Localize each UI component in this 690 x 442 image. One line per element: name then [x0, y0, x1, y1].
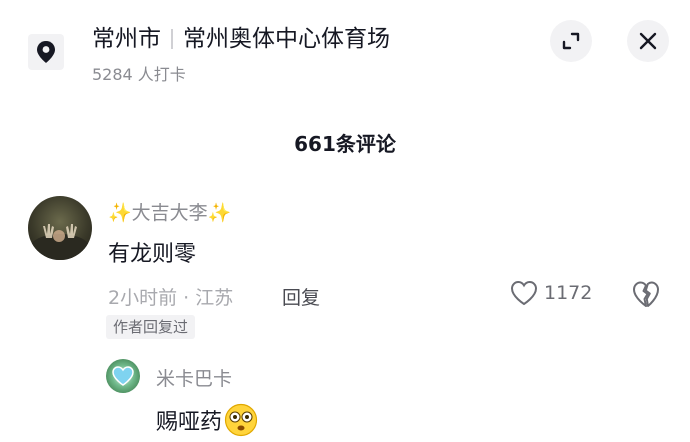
author-replied-badge: 作者回复过 — [106, 315, 196, 339]
venue-name: 常州奥体中心体育场 — [183, 26, 390, 52]
avatar[interactable] — [28, 196, 92, 260]
expand-button[interactable] — [550, 20, 592, 62]
dislike-button[interactable] — [631, 280, 661, 312]
broken-heart-icon — [633, 281, 659, 307]
reply-button[interactable]: 回复 — [282, 283, 320, 310]
reply-comment: 赐哑药 — [156, 403, 258, 437]
reply-avatar[interactable] — [106, 359, 140, 393]
title-separator — [171, 29, 173, 49]
reply-username[interactable]: 米卡巴卡 — [156, 364, 232, 391]
comment-count: 661条评论 — [294, 132, 396, 156]
reply-text: 赐哑药 — [156, 410, 223, 435]
comment-username[interactable]: ✨大吉大李✨ — [108, 198, 231, 225]
checkin-count: 5284 人打卡 — [92, 65, 186, 84]
like-button[interactable]: 1172 — [510, 280, 592, 306]
heart-icon — [510, 280, 538, 306]
location-pin-icon — [28, 34, 64, 70]
close-icon — [639, 32, 657, 50]
like-count: 1172 — [544, 282, 593, 304]
heart-avatar-icon — [112, 366, 134, 386]
location-title[interactable]: 常州市 常州奥体中心体育场 — [92, 24, 390, 54]
comment-text: 有龙则零 — [108, 242, 197, 267]
close-button[interactable] — [627, 20, 669, 62]
comment-meta: 2小时前 · 江苏 — [108, 287, 234, 309]
expand-icon — [562, 32, 580, 50]
dizzy-face-emoji-icon — [224, 403, 258, 437]
city-name: 常州市 — [92, 26, 161, 52]
